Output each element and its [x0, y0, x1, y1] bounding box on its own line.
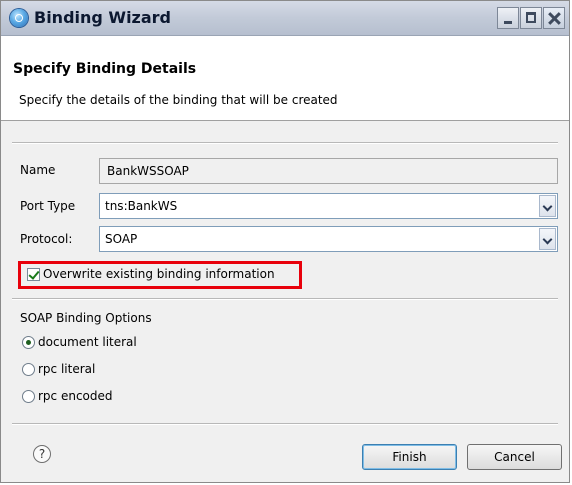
finish-button[interactable]: Finish	[362, 444, 457, 470]
window-title: Binding Wizard	[34, 8, 172, 27]
page-title: Specify Binding Details	[13, 61, 197, 77]
port-type-label: Port Type	[20, 199, 76, 213]
port-type-select[interactable]: tns:BankWS	[99, 193, 558, 219]
name-label: Name	[20, 163, 56, 177]
name-field: BankWSSOAP	[99, 158, 558, 184]
radio-rpc-literal[interactable]	[22, 363, 35, 376]
page-description: Specify the details of the binding that …	[19, 93, 338, 107]
minimize-icon[interactable]	[497, 7, 519, 29]
protocol-label: Protocol:	[20, 232, 73, 246]
overwrite-label[interactable]: Overwrite existing binding information	[43, 267, 275, 281]
protocol-value: SOAP	[105, 232, 138, 246]
rpc-literal-label[interactable]: rpc literal	[38, 362, 95, 376]
radio-document-literal[interactable]	[22, 336, 35, 349]
radio-rpc-encoded[interactable]	[22, 390, 35, 403]
chevron-down-icon[interactable]	[539, 195, 556, 217]
divider-bottom	[12, 423, 558, 425]
port-type-value: tns:BankWS	[105, 199, 178, 213]
binding-wizard-window: Binding Wizard Specify Binding Details S…	[0, 0, 570, 483]
document-literal-label[interactable]: document literal	[38, 335, 137, 349]
soap-options-label: SOAP Binding Options	[20, 311, 152, 325]
window-controls	[497, 7, 565, 29]
rpc-encoded-label[interactable]: rpc encoded	[38, 389, 113, 403]
app-icon	[10, 9, 28, 27]
cancel-button[interactable]: Cancel	[467, 444, 562, 470]
divider-middle	[12, 298, 558, 300]
divider-top	[12, 142, 558, 144]
protocol-select[interactable]: SOAP	[99, 226, 558, 252]
chevron-down-icon[interactable]	[539, 228, 556, 250]
help-icon[interactable]: ?	[33, 445, 51, 463]
close-icon[interactable]	[543, 7, 565, 29]
overwrite-checkbox[interactable]	[27, 268, 40, 281]
wizard-header: Specify Binding Details Specify the deta…	[1, 36, 569, 121]
title-bar[interactable]: Binding Wizard	[1, 1, 569, 36]
maximize-icon[interactable]	[520, 7, 542, 29]
